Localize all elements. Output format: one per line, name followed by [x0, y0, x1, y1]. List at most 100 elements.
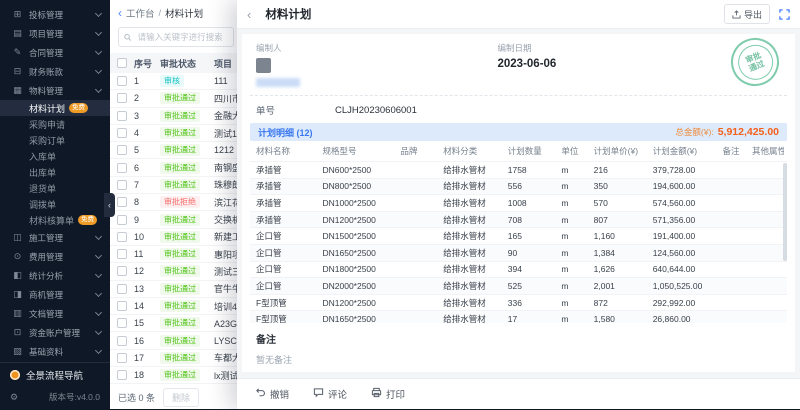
sidebar-subitem-label: 出库单: [29, 166, 56, 179]
material-row[interactable]: 企口管DN2000*2500给排水管材525m2,0011,050,525.00: [250, 277, 787, 294]
chevron-down-icon: [95, 309, 102, 316]
sidebar-item-finance-mgmt[interactable]: ⊟财务账款: [0, 62, 110, 81]
sidebar-item-base-data[interactable]: ▧基础资料: [0, 342, 110, 361]
settings-gear-icon[interactable]: ⚙: [10, 392, 18, 403]
sidebar-item-document-mgmt[interactable]: ▥文档管理: [0, 304, 110, 323]
search-input[interactable]: [136, 31, 228, 43]
chevron-down-icon: [95, 271, 102, 278]
sidebar-item-statistics[interactable]: ◧统计分析: [0, 266, 110, 285]
flow-nav-button[interactable]: 全景流程导航: [0, 362, 110, 387]
project-icon: ▤: [11, 28, 24, 39]
row-checkbox[interactable]: [117, 197, 127, 207]
material-row[interactable]: 承插管DN1000*2500给排水管材1008m570574,560.00: [250, 194, 787, 211]
material-cell: m: [561, 264, 593, 274]
row-checkbox[interactable]: [117, 76, 127, 86]
undo-button[interactable]: 撤销: [255, 387, 289, 401]
comment-button[interactable]: 评论: [313, 387, 347, 401]
sidebar-item-material-mgmt[interactable]: ▦物料管理: [0, 81, 110, 100]
material-row[interactable]: 企口管DN1500*2500给排水管材165m1,160191,400.00: [250, 227, 787, 244]
row-checkbox[interactable]: [117, 284, 127, 294]
sidebar-subitem-label: 退货单: [29, 182, 56, 195]
chevron-down-icon: [95, 328, 102, 335]
material-column-header: 计划数量: [508, 145, 562, 157]
comment-icon: [313, 387, 324, 401]
sidebar-subitem-return-order[interactable]: 退货单: [0, 180, 110, 196]
row-checkbox[interactable]: [117, 93, 127, 103]
export-button[interactable]: 导出: [724, 4, 770, 24]
sidebar-item-label: 基础资料: [29, 346, 96, 358]
row-checkbox[interactable]: [117, 180, 127, 190]
expense-icon: ⊙: [11, 251, 24, 262]
material-cell: 194,600.00: [653, 181, 723, 191]
sidebar-subitem-purchase-order[interactable]: 采购订单: [0, 132, 110, 148]
select-all-checkbox[interactable]: [117, 58, 127, 68]
row-checkbox[interactable]: [117, 111, 127, 121]
sidebar-subitem-transfer-order[interactable]: 调拨单: [0, 196, 110, 212]
sidebar-item-expense-mgmt[interactable]: ⊙费用管理: [0, 247, 110, 266]
material-column-header: 品牌: [400, 145, 443, 157]
row-checkbox[interactable]: [117, 249, 127, 259]
material-row[interactable]: 承插管DN800*2500给排水管材556m350194,600.00: [250, 178, 787, 195]
material-cell: m: [561, 298, 593, 308]
material-row[interactable]: 企口管DN1650*2500给排水管材90m1,384124,560.00: [250, 244, 787, 261]
status-badge: 审批通过: [160, 214, 200, 226]
back-chevron-icon[interactable]: ‹: [118, 8, 122, 18]
undo-icon: [255, 387, 266, 401]
remark-section: 备注 暂无备注: [242, 323, 795, 372]
material-column-header: 材料分类: [443, 145, 507, 157]
row-index: 11: [134, 249, 160, 259]
drawer-collapse-icon[interactable]: ‹: [247, 7, 251, 22]
row-checkbox[interactable]: [117, 266, 127, 276]
sidebar-item-label: 财务账款: [29, 66, 96, 78]
sidebar-subitem-purchase-request[interactable]: 采购申请: [0, 116, 110, 132]
contract-icon: ✎: [11, 47, 24, 58]
sidebar-item-construction-mgmt[interactable]: ◫施工管理: [0, 228, 110, 247]
chevron-down-icon: [95, 347, 102, 354]
row-checkbox[interactable]: [117, 128, 127, 138]
row-checkbox[interactable]: [117, 145, 127, 155]
row-checkbox[interactable]: [117, 353, 127, 363]
row-checkbox[interactable]: [117, 301, 127, 311]
status-badge: 审批通过: [160, 110, 200, 122]
sidebar-subitem-outbound-order[interactable]: 出库单: [0, 164, 110, 180]
sidebar-item-opportunity-mgmt[interactable]: ◨商机管理: [0, 285, 110, 304]
sidebar-item-project-mgmt[interactable]: ▤项目管理: [0, 24, 110, 43]
row-index: 10: [134, 232, 160, 242]
row-checkbox[interactable]: [117, 215, 127, 225]
sidebar-subitem-inbound-order[interactable]: 入库单: [0, 148, 110, 164]
material-row[interactable]: F型顶管DN1200*2500给排水管材336m872292,992.00: [250, 294, 787, 311]
breadcrumb-root[interactable]: 工作台: [126, 6, 155, 20]
material-cell: 1,580: [594, 314, 653, 323]
plan-detail-title: 计划明细 (12): [258, 126, 313, 139]
row-checkbox[interactable]: [117, 336, 127, 346]
row-index: 6: [134, 163, 160, 173]
status-badge: 审批通过: [160, 231, 200, 243]
material-row[interactable]: 承插管DN1200*2500给排水管材708m807571,356.00: [250, 211, 787, 228]
sidebar-collapse-handle[interactable]: ‹: [104, 193, 115, 217]
row-checkbox[interactable]: [117, 232, 127, 242]
sidebar-item-bid-mgmt[interactable]: ⊞投标管理: [0, 5, 110, 24]
fullscreen-icon[interactable]: [779, 9, 790, 20]
material-cell: DN800*2500: [322, 181, 400, 191]
sidebar-subitem-material-accounting[interactable]: 材料核算单免费: [0, 212, 110, 228]
sidebar-item-contract-mgmt[interactable]: ✎合同管理: [0, 43, 110, 62]
approval-stamp-text: 审批通过: [743, 50, 766, 73]
sidebar-subitem-material-plan[interactable]: 材料计划免费: [0, 100, 110, 116]
chevron-down-icon: [95, 86, 102, 93]
row-index: 17: [134, 353, 160, 363]
row-checkbox[interactable]: [117, 318, 127, 328]
material-row[interactable]: 承插管DN600*2500给排水管材1758m216379,728.00: [250, 161, 787, 178]
material-cell: 给排水管材: [443, 214, 507, 226]
order-number: CLJH20230606001: [335, 105, 417, 116]
sidebar-item-fund-account-mgmt[interactable]: ⊡资金账户管理: [0, 323, 110, 342]
row-checkbox[interactable]: [117, 370, 127, 380]
sidebar: ⊞投标管理▤项目管理✎合同管理⊟财务账款▦物料管理材料计划免费采购申请采购订单入…: [0, 0, 110, 409]
material-row[interactable]: F型顶管DN1650*2500给排水管材17m1,58026,860.00: [250, 310, 787, 323]
action-label: 打印: [386, 387, 405, 401]
material-row[interactable]: 企口管DN1800*2500给排水管材394m1,626640,644.00: [250, 261, 787, 278]
table-scrollbar[interactable]: [783, 163, 787, 261]
print-button[interactable]: 打印: [371, 387, 405, 401]
material-cell: 708: [508, 215, 562, 225]
row-checkbox[interactable]: [117, 163, 127, 173]
delete-button[interactable]: 删除: [163, 388, 199, 407]
